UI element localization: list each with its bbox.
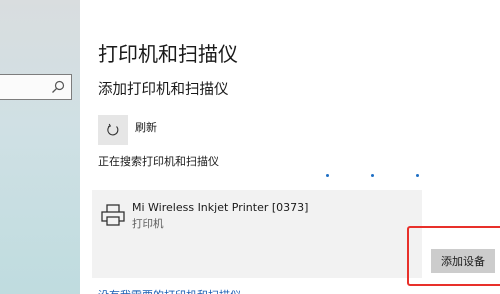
device-list-item[interactable]: Mi Wireless Inkjet Printer [0373] 打印机 bbox=[92, 190, 422, 278]
progress-dots bbox=[316, 174, 426, 180]
device-name: Mi Wireless Inkjet Printer [0373] bbox=[132, 201, 309, 214]
search-icon bbox=[52, 80, 65, 93]
sidebar bbox=[0, 0, 80, 294]
section-title: 添加打印机和扫描仪 bbox=[98, 82, 229, 98]
printer-not-listed-link[interactable]: 没有我需要的打印机和扫描仪 bbox=[98, 285, 241, 294]
searching-status: 正在搜索打印机和扫描仪 bbox=[98, 155, 219, 168]
page-title: 打印机和扫描仪 bbox=[98, 42, 238, 66]
device-type: 打印机 bbox=[132, 218, 164, 230]
refresh-label: 刷新 bbox=[135, 121, 157, 134]
refresh-icon bbox=[107, 123, 119, 136]
printer-icon bbox=[101, 204, 125, 226]
add-device-button[interactable]: 添加设备 bbox=[431, 249, 495, 273]
refresh-button[interactable] bbox=[98, 115, 128, 145]
search-input[interactable] bbox=[0, 74, 72, 100]
main-content: 打印机和扫描仪 添加打印机和扫描仪 刷新 正在搜索打印机和扫描仪 Mi Wire… bbox=[80, 0, 500, 294]
